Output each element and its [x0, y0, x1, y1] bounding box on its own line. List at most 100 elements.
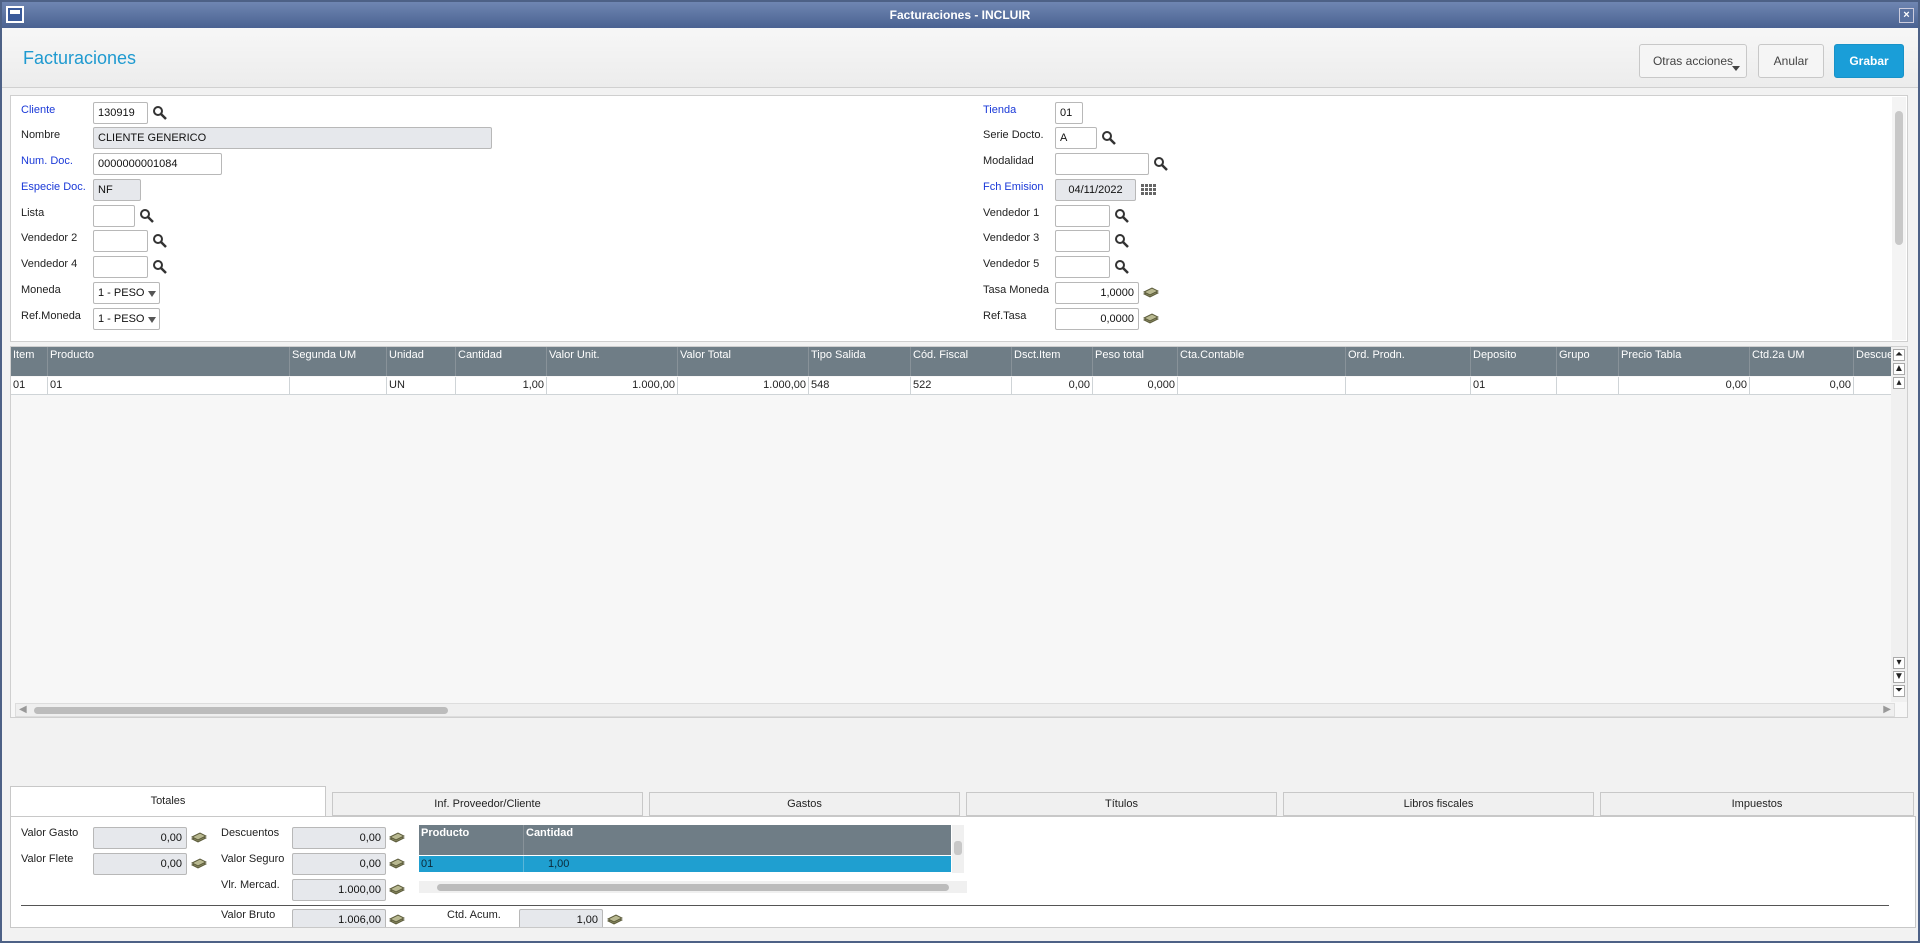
cliente-field[interactable]: 130919 [93, 102, 148, 124]
scroll-down-icon[interactable]: ▾ [1893, 657, 1905, 669]
grid-header-col-dsct-item[interactable]: Dsct.Item [1012, 347, 1093, 376]
table-row[interactable]: 01 01 UN 1,00 1.000,00 1.000,00 548 522 0,00 0,00… [11, 377, 1907, 395]
close-icon[interactable]: × [1899, 8, 1914, 23]
tab-totales[interactable]: Totales [10, 786, 326, 816]
valor-seguro-field[interactable]: 0,00 [292, 853, 386, 875]
grid-header-col-cta-contable[interactable]: Cta.Contable [1178, 347, 1346, 376]
grid-cell-col-unidad[interactable]: UN [387, 377, 456, 395]
vendedor2-field[interactable] [93, 230, 148, 252]
cancel-button[interactable]: Anular [1758, 44, 1824, 78]
grid-cell-col-cantidad[interactable]: 1,00 [456, 377, 547, 395]
search-icon[interactable] [1114, 259, 1130, 275]
grid-header-col-cod-fiscal[interactable]: Cód. Fiscal [911, 347, 1012, 376]
especie-doc-field[interactable]: NF [93, 179, 141, 201]
money-icon[interactable] [1143, 311, 1159, 327]
money-icon[interactable] [191, 830, 207, 846]
vendedor1-field[interactable] [1055, 205, 1110, 227]
scroll-thumb[interactable] [34, 707, 448, 714]
scroll-right-icon[interactable]: ▶ [1883, 704, 1891, 715]
money-icon[interactable] [191, 856, 207, 872]
money-icon[interactable] [607, 912, 623, 928]
money-icon[interactable] [389, 882, 405, 898]
app-icon[interactable] [6, 6, 24, 23]
search-icon[interactable] [1153, 156, 1169, 172]
more-actions-button[interactable]: Otras acciones [1639, 44, 1747, 78]
tab-impuestos[interactable]: Impuestos [1600, 792, 1914, 816]
mini-vertical-scrollbar[interactable] [952, 825, 964, 873]
tienda-field[interactable]: 01 [1055, 102, 1083, 124]
grid-cell-col-tipo-salida[interactable]: 548 [809, 377, 911, 395]
grid-cell-col-cod-fiscal[interactable]: 522 [911, 377, 1012, 395]
tab-gastos[interactable]: Gastos [649, 792, 960, 816]
scroll-thumb[interactable] [954, 841, 962, 855]
grid-header-col-valor-unit[interactable]: Valor Unit. [547, 347, 678, 376]
money-icon[interactable] [389, 830, 405, 846]
descuentos-field[interactable]: 0,00 [292, 827, 386, 849]
grid-header-col-precio-tabla[interactable]: Precio Tabla [1619, 347, 1750, 376]
mini-horizontal-scrollbar[interactable] [419, 881, 967, 893]
scroll-top-icon[interactable]: ⏶ [1893, 349, 1905, 361]
grid-header-col-ctd-2a-um[interactable]: Ctd.2a UM [1750, 347, 1854, 376]
save-button[interactable]: Grabar [1834, 44, 1904, 78]
ctd-acum-field[interactable]: 1,00 [519, 909, 603, 927]
table-row[interactable]: 01 1,00 [419, 856, 951, 872]
grid-header-col-tipo-salida[interactable]: Tipo Salida [809, 347, 911, 376]
scroll-page-down-icon[interactable]: ▼ [1893, 671, 1905, 683]
tasa-moneda-field[interactable]: 1,0000 [1055, 282, 1139, 304]
lista-field[interactable] [93, 205, 135, 227]
grid-cell-col-precio-tabla[interactable]: 0,00 [1619, 377, 1750, 395]
valor-bruto-field[interactable]: 1.006,00 [292, 909, 386, 927]
vendedor4-field[interactable] [93, 256, 148, 278]
grid-header-col-cantidad[interactable]: Cantidad [456, 347, 547, 376]
tab-titulos[interactable]: Títulos [966, 792, 1277, 816]
money-icon[interactable] [1143, 285, 1159, 301]
grid-cell-col-deposito[interactable]: 01 [1471, 377, 1557, 395]
grid-cell-col-cta-contable[interactable] [1178, 377, 1346, 395]
vlr-mercad-field[interactable]: 1.000,00 [292, 879, 386, 901]
search-icon[interactable] [152, 105, 168, 121]
grid-cell-col-dsct-item[interactable]: 0,00 [1012, 377, 1093, 395]
money-icon[interactable] [389, 912, 405, 928]
scroll-thumb[interactable] [1895, 111, 1903, 245]
grid-header-col-deposito[interactable]: Deposito [1471, 347, 1557, 376]
grid-cell-col-ord-prodn[interactable] [1346, 377, 1471, 395]
form-scrollbar[interactable] [1892, 97, 1906, 340]
search-icon[interactable] [1114, 208, 1130, 224]
grid-cell-col-grupo[interactable] [1557, 377, 1619, 395]
moneda-select[interactable]: 1 - PESO [93, 282, 160, 304]
scroll-bottom-icon[interactable]: ⏷ [1893, 685, 1905, 697]
search-icon[interactable] [1101, 130, 1117, 146]
grid-cell-col-segunda-um[interactable] [290, 377, 387, 395]
money-icon[interactable] [389, 856, 405, 872]
num-doc-field[interactable]: 0000000001084 [93, 153, 222, 175]
nombre-field[interactable]: CLIENTE GENERICO [93, 127, 492, 149]
tab-inf-proveedor-cliente[interactable]: Inf. Proveedor/Cliente [332, 792, 643, 816]
grid-header-col-unidad[interactable]: Unidad [387, 347, 456, 376]
tab-libros-fiscales[interactable]: Libros fiscales [1283, 792, 1594, 816]
grid-header-col-valor-total[interactable]: Valor Total [678, 347, 809, 376]
grid-header-col-grupo[interactable]: Grupo [1557, 347, 1619, 376]
fch-emision-field[interactable]: 04/11/2022 [1055, 179, 1136, 201]
scroll-left-icon[interactable]: ◀ [19, 704, 27, 715]
grid-cell-col-ctd-2a-um[interactable]: 0,00 [1750, 377, 1854, 395]
vendedor5-field[interactable] [1055, 256, 1110, 278]
calendar-icon[interactable] [1140, 182, 1156, 198]
ref-tasa-field[interactable]: 0,0000 [1055, 308, 1139, 330]
grid-cell-col-peso-total[interactable]: 0,000 [1093, 377, 1178, 395]
grid-header-col-peso-total[interactable]: Peso total [1093, 347, 1178, 376]
grid-cell-col-valor-unit[interactable]: 1.000,00 [547, 377, 678, 395]
grid-header-col-item[interactable]: Item [11, 347, 48, 376]
search-icon[interactable] [152, 259, 168, 275]
grid-cell-col-producto[interactable]: 01 [48, 377, 290, 395]
grid-horizontal-scrollbar[interactable]: ◀ ▶ [15, 703, 1895, 717]
search-icon[interactable] [1114, 233, 1130, 249]
grid-header-col-producto[interactable]: Producto [48, 347, 290, 376]
grid-cell-col-item[interactable]: 01 [11, 377, 48, 395]
search-icon[interactable] [152, 233, 168, 249]
scroll-page-up-icon[interactable]: ▲ [1893, 363, 1905, 375]
ref-moneda-select[interactable]: 1 - PESO [93, 308, 160, 330]
vendedor3-field[interactable] [1055, 230, 1110, 252]
grid-vertical-scrollbar[interactable]: ⏶ ▲ ▴ ▾ ▼ ⏷ [1891, 347, 1907, 702]
grid-header-col-segunda-um[interactable]: Segunda UM [290, 347, 387, 376]
grid-cell-col-valor-total[interactable]: 1.000,00 [678, 377, 809, 395]
